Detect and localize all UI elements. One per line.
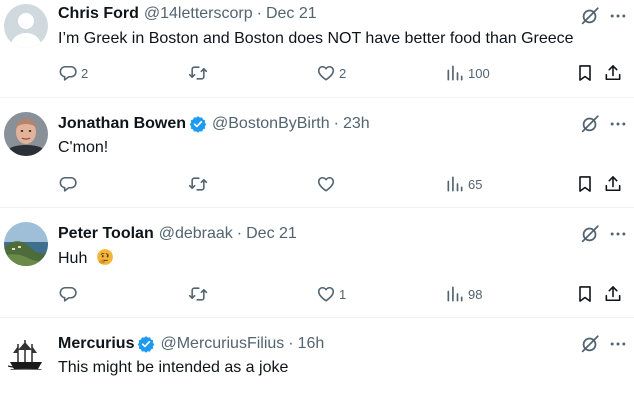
like-icon bbox=[316, 174, 336, 194]
post-chris-ford[interactable]: Chris Ford @14letterscorp · Dec 21 I’m G… bbox=[0, 0, 634, 98]
post-text: C'mon! bbox=[58, 139, 109, 156]
reply-count: 2 bbox=[81, 65, 89, 81]
post-actions: 65 bbox=[58, 173, 634, 195]
separator-dot: · bbox=[236, 225, 243, 242]
display-name[interactable]: Chris Ford bbox=[58, 4, 139, 24]
more-icon[interactable] bbox=[607, 6, 629, 26]
like-button[interactable]: 2 bbox=[316, 62, 346, 84]
share-button[interactable] bbox=[603, 62, 623, 84]
views-icon bbox=[445, 63, 465, 83]
grok-icon[interactable] bbox=[579, 113, 601, 135]
avatar[interactable] bbox=[4, 332, 48, 376]
post-timestamp[interactable]: Dec 21 bbox=[246, 224, 297, 244]
user-handle[interactable]: @MercuriusFilius bbox=[160, 334, 284, 354]
grok-icon[interactable] bbox=[579, 223, 601, 245]
like-count: 2 bbox=[339, 65, 347, 81]
avatar[interactable] bbox=[4, 4, 48, 48]
post-header: Peter Toolan @debraak · Dec 21 bbox=[58, 224, 297, 244]
repost-button[interactable] bbox=[188, 283, 211, 305]
bookmark-button[interactable] bbox=[575, 62, 595, 84]
reply-button[interactable] bbox=[58, 173, 81, 195]
display-name[interactable]: Peter Toolan bbox=[58, 224, 154, 244]
post-timestamp[interactable]: 23h bbox=[343, 114, 370, 134]
default-avatar-icon bbox=[4, 4, 48, 48]
repost-icon bbox=[188, 174, 208, 194]
like-button[interactable]: 1 bbox=[316, 283, 346, 305]
view-count: 100 bbox=[468, 65, 490, 81]
reply-feed: Chris Ford @14letterscorp · Dec 21 I’m G… bbox=[0, 0, 634, 386]
post-header: Chris Ford @14letterscorp · Dec 21 bbox=[58, 4, 317, 24]
thinking-face-emoji bbox=[96, 249, 113, 265]
post-actions: 2 2 100 bbox=[58, 62, 634, 84]
post-mercurius[interactable]: Mercurius @MercuriusFilius · 16h This mi… bbox=[0, 318, 634, 398]
user-handle[interactable]: @14letterscorp bbox=[144, 4, 253, 24]
post-timestamp[interactable]: Dec 21 bbox=[266, 4, 317, 24]
reply-icon bbox=[58, 284, 78, 304]
post-header: Mercurius @MercuriusFilius · 16h bbox=[58, 334, 324, 354]
views-icon bbox=[445, 284, 465, 304]
like-icon bbox=[316, 63, 336, 83]
views-button[interactable]: 65 bbox=[445, 173, 482, 195]
reply-button[interactable]: 2 bbox=[58, 62, 88, 84]
repost-icon bbox=[188, 284, 208, 304]
like-button[interactable] bbox=[316, 173, 339, 195]
separator-dot: · bbox=[288, 335, 294, 352]
more-icon[interactable] bbox=[607, 224, 629, 244]
bookmark-icon bbox=[575, 63, 595, 83]
views-button[interactable]: 98 bbox=[445, 283, 482, 305]
landscape-photo bbox=[4, 222, 48, 266]
views-button[interactable]: 100 bbox=[445, 62, 490, 84]
post-header: Jonathan Bowen @BostonByBirth · 23h bbox=[58, 114, 370, 134]
ship-silhouette-image bbox=[4, 332, 48, 376]
post-text: I’m Greek in Boston and Boston does NOT … bbox=[58, 30, 574, 47]
share-icon bbox=[603, 174, 623, 194]
share-button[interactable] bbox=[603, 173, 623, 195]
separator-dot: · bbox=[333, 115, 339, 132]
reply-button[interactable] bbox=[58, 283, 81, 305]
repost-button[interactable] bbox=[188, 62, 211, 84]
post-text: Huh bbox=[58, 248, 114, 269]
separator-dot: · bbox=[256, 5, 262, 22]
verified-badge-icon[interactable] bbox=[137, 335, 155, 353]
avatar[interactable] bbox=[4, 112, 48, 156]
post-timestamp[interactable]: 16h bbox=[298, 334, 325, 354]
views-icon bbox=[445, 174, 465, 194]
user-handle[interactable]: @debraak bbox=[159, 224, 233, 244]
post-text: This might be intended as a joke bbox=[58, 359, 289, 376]
display-name[interactable]: Jonathan Bowen bbox=[58, 114, 186, 134]
share-icon bbox=[603, 63, 623, 83]
view-count: 98 bbox=[468, 286, 483, 302]
bookmark-icon bbox=[575, 284, 595, 304]
repost-button[interactable] bbox=[188, 173, 211, 195]
reply-icon bbox=[58, 63, 78, 83]
repost-icon bbox=[188, 63, 208, 83]
bookmark-icon bbox=[575, 174, 595, 194]
more-icon[interactable] bbox=[607, 114, 629, 134]
share-icon bbox=[603, 284, 623, 304]
post-peter-toolan[interactable]: Peter Toolan @debraak · Dec 21 Huh 1 98 bbox=[0, 208, 634, 318]
bookmark-button[interactable] bbox=[575, 173, 595, 195]
user-handle[interactable]: @BostonByBirth bbox=[212, 114, 330, 134]
bookmark-button[interactable] bbox=[575, 283, 595, 305]
view-count: 65 bbox=[468, 176, 483, 192]
display-name[interactable]: Mercurius bbox=[58, 334, 134, 354]
share-button[interactable] bbox=[603, 283, 623, 305]
like-count: 1 bbox=[339, 286, 347, 302]
grok-icon[interactable] bbox=[579, 333, 601, 355]
like-icon bbox=[316, 284, 336, 304]
post-jonathan-bowen[interactable]: Jonathan Bowen @BostonByBirth · 23h C'mo… bbox=[0, 98, 634, 208]
post-actions: 1 98 bbox=[58, 283, 634, 305]
profile-photo bbox=[4, 112, 48, 156]
reply-icon bbox=[58, 174, 78, 194]
avatar[interactable] bbox=[4, 222, 48, 266]
post-text-content: Huh bbox=[58, 250, 88, 267]
more-icon[interactable] bbox=[607, 334, 629, 354]
grok-icon[interactable] bbox=[579, 5, 601, 27]
verified-badge-icon[interactable] bbox=[189, 115, 207, 133]
